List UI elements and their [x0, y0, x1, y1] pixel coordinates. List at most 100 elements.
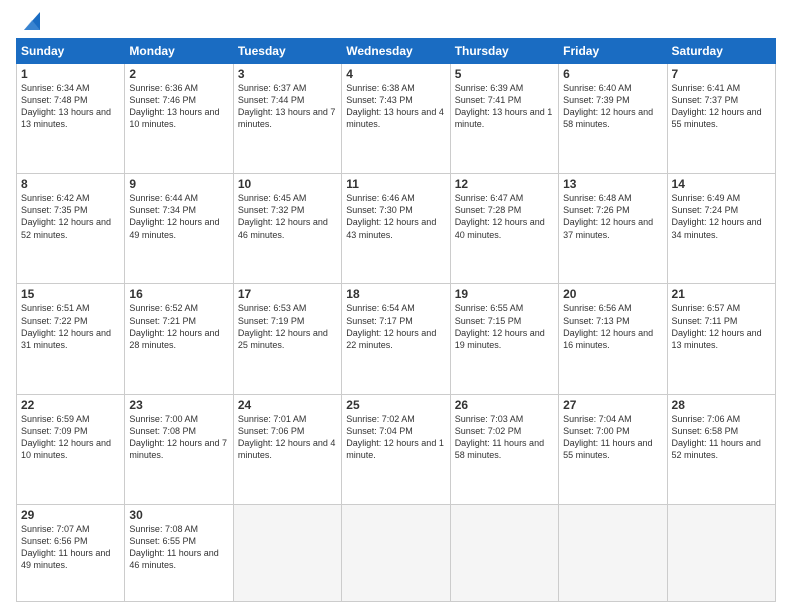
- day-number: 1: [21, 67, 120, 81]
- day-info: Sunrise: 6:41 AMSunset: 7:37 PMDaylight:…: [672, 82, 771, 131]
- day-number: 7: [672, 67, 771, 81]
- calendar-cell: 29Sunrise: 7:07 AMSunset: 6:56 PMDayligh…: [17, 504, 125, 601]
- calendar-cell: 24Sunrise: 7:01 AMSunset: 7:06 PMDayligh…: [233, 394, 341, 504]
- day-number: 24: [238, 398, 337, 412]
- calendar-cell: 28Sunrise: 7:06 AMSunset: 6:58 PMDayligh…: [667, 394, 775, 504]
- day-info: Sunrise: 7:00 AMSunset: 7:08 PMDaylight:…: [129, 413, 228, 462]
- calendar-cell: 14Sunrise: 6:49 AMSunset: 7:24 PMDayligh…: [667, 174, 775, 284]
- day-info: Sunrise: 6:38 AMSunset: 7:43 PMDaylight:…: [346, 82, 445, 131]
- day-info: Sunrise: 6:51 AMSunset: 7:22 PMDaylight:…: [21, 302, 120, 351]
- calendar-cell: [450, 504, 558, 601]
- calendar-cell: 7Sunrise: 6:41 AMSunset: 7:37 PMDaylight…: [667, 64, 775, 174]
- calendar-cell: 23Sunrise: 7:00 AMSunset: 7:08 PMDayligh…: [125, 394, 233, 504]
- calendar-cell: 3Sunrise: 6:37 AMSunset: 7:44 PMDaylight…: [233, 64, 341, 174]
- day-header-friday: Friday: [559, 39, 667, 64]
- day-number: 23: [129, 398, 228, 412]
- calendar-week-row: 15Sunrise: 6:51 AMSunset: 7:22 PMDayligh…: [17, 284, 776, 394]
- day-header-monday: Monday: [125, 39, 233, 64]
- logo-icon: [18, 12, 40, 30]
- day-number: 12: [455, 177, 554, 191]
- day-info: Sunrise: 6:46 AMSunset: 7:30 PMDaylight:…: [346, 192, 445, 241]
- day-info: Sunrise: 6:57 AMSunset: 7:11 PMDaylight:…: [672, 302, 771, 351]
- day-number: 26: [455, 398, 554, 412]
- day-number: 13: [563, 177, 662, 191]
- calendar-cell: 20Sunrise: 6:56 AMSunset: 7:13 PMDayligh…: [559, 284, 667, 394]
- day-number: 28: [672, 398, 771, 412]
- day-header-saturday: Saturday: [667, 39, 775, 64]
- calendar-cell: [667, 504, 775, 601]
- day-info: Sunrise: 6:47 AMSunset: 7:28 PMDaylight:…: [455, 192, 554, 241]
- day-number: 17: [238, 287, 337, 301]
- day-info: Sunrise: 6:34 AMSunset: 7:48 PMDaylight:…: [21, 82, 120, 131]
- day-number: 29: [21, 508, 120, 522]
- calendar-cell: 30Sunrise: 7:08 AMSunset: 6:55 PMDayligh…: [125, 504, 233, 601]
- day-number: 6: [563, 67, 662, 81]
- calendar-cell: 27Sunrise: 7:04 AMSunset: 7:00 PMDayligh…: [559, 394, 667, 504]
- day-number: 27: [563, 398, 662, 412]
- day-info: Sunrise: 6:54 AMSunset: 7:17 PMDaylight:…: [346, 302, 445, 351]
- calendar-cell: 26Sunrise: 7:03 AMSunset: 7:02 PMDayligh…: [450, 394, 558, 504]
- calendar-cell: 15Sunrise: 6:51 AMSunset: 7:22 PMDayligh…: [17, 284, 125, 394]
- day-number: 20: [563, 287, 662, 301]
- calendar-cell: 19Sunrise: 6:55 AMSunset: 7:15 PMDayligh…: [450, 284, 558, 394]
- calendar-cell: 16Sunrise: 6:52 AMSunset: 7:21 PMDayligh…: [125, 284, 233, 394]
- day-info: Sunrise: 6:39 AMSunset: 7:41 PMDaylight:…: [455, 82, 554, 131]
- day-number: 19: [455, 287, 554, 301]
- calendar-cell: 17Sunrise: 6:53 AMSunset: 7:19 PMDayligh…: [233, 284, 341, 394]
- calendar: SundayMondayTuesdayWednesdayThursdayFrid…: [16, 38, 776, 602]
- day-info: Sunrise: 7:08 AMSunset: 6:55 PMDaylight:…: [129, 523, 228, 572]
- calendar-cell: 22Sunrise: 6:59 AMSunset: 7:09 PMDayligh…: [17, 394, 125, 504]
- day-header-sunday: Sunday: [17, 39, 125, 64]
- calendar-cell: 8Sunrise: 6:42 AMSunset: 7:35 PMDaylight…: [17, 174, 125, 284]
- day-number: 16: [129, 287, 228, 301]
- day-info: Sunrise: 6:53 AMSunset: 7:19 PMDaylight:…: [238, 302, 337, 351]
- calendar-week-row: 8Sunrise: 6:42 AMSunset: 7:35 PMDaylight…: [17, 174, 776, 284]
- day-info: Sunrise: 7:02 AMSunset: 7:04 PMDaylight:…: [346, 413, 445, 462]
- day-number: 4: [346, 67, 445, 81]
- day-number: 3: [238, 67, 337, 81]
- day-info: Sunrise: 7:04 AMSunset: 7:00 PMDaylight:…: [563, 413, 662, 462]
- day-info: Sunrise: 7:06 AMSunset: 6:58 PMDaylight:…: [672, 413, 771, 462]
- day-info: Sunrise: 7:03 AMSunset: 7:02 PMDaylight:…: [455, 413, 554, 462]
- day-info: Sunrise: 6:59 AMSunset: 7:09 PMDaylight:…: [21, 413, 120, 462]
- day-number: 11: [346, 177, 445, 191]
- day-info: Sunrise: 6:40 AMSunset: 7:39 PMDaylight:…: [563, 82, 662, 131]
- logo: [16, 12, 40, 30]
- day-number: 8: [21, 177, 120, 191]
- day-header-tuesday: Tuesday: [233, 39, 341, 64]
- header: [16, 12, 776, 30]
- day-info: Sunrise: 6:52 AMSunset: 7:21 PMDaylight:…: [129, 302, 228, 351]
- day-info: Sunrise: 6:49 AMSunset: 7:24 PMDaylight:…: [672, 192, 771, 241]
- day-info: Sunrise: 6:37 AMSunset: 7:44 PMDaylight:…: [238, 82, 337, 131]
- day-info: Sunrise: 6:48 AMSunset: 7:26 PMDaylight:…: [563, 192, 662, 241]
- calendar-cell: 12Sunrise: 6:47 AMSunset: 7:28 PMDayligh…: [450, 174, 558, 284]
- calendar-cell: 5Sunrise: 6:39 AMSunset: 7:41 PMDaylight…: [450, 64, 558, 174]
- day-info: Sunrise: 6:42 AMSunset: 7:35 PMDaylight:…: [21, 192, 120, 241]
- header-row: SundayMondayTuesdayWednesdayThursdayFrid…: [17, 39, 776, 64]
- day-number: 21: [672, 287, 771, 301]
- day-number: 5: [455, 67, 554, 81]
- day-info: Sunrise: 7:07 AMSunset: 6:56 PMDaylight:…: [21, 523, 120, 572]
- calendar-table: SundayMondayTuesdayWednesdayThursdayFrid…: [16, 38, 776, 602]
- calendar-cell: 18Sunrise: 6:54 AMSunset: 7:17 PMDayligh…: [342, 284, 450, 394]
- calendar-cell: 13Sunrise: 6:48 AMSunset: 7:26 PMDayligh…: [559, 174, 667, 284]
- day-info: Sunrise: 6:44 AMSunset: 7:34 PMDaylight:…: [129, 192, 228, 241]
- calendar-cell: 1Sunrise: 6:34 AMSunset: 7:48 PMDaylight…: [17, 64, 125, 174]
- day-number: 10: [238, 177, 337, 191]
- calendar-cell: [233, 504, 341, 601]
- calendar-cell: 10Sunrise: 6:45 AMSunset: 7:32 PMDayligh…: [233, 174, 341, 284]
- day-header-thursday: Thursday: [450, 39, 558, 64]
- calendar-cell: 4Sunrise: 6:38 AMSunset: 7:43 PMDaylight…: [342, 64, 450, 174]
- calendar-cell: [559, 504, 667, 601]
- day-number: 14: [672, 177, 771, 191]
- calendar-cell: 21Sunrise: 6:57 AMSunset: 7:11 PMDayligh…: [667, 284, 775, 394]
- day-number: 22: [21, 398, 120, 412]
- calendar-cell: 6Sunrise: 6:40 AMSunset: 7:39 PMDaylight…: [559, 64, 667, 174]
- day-header-wednesday: Wednesday: [342, 39, 450, 64]
- day-number: 2: [129, 67, 228, 81]
- calendar-week-row: 22Sunrise: 6:59 AMSunset: 7:09 PMDayligh…: [17, 394, 776, 504]
- day-info: Sunrise: 6:55 AMSunset: 7:15 PMDaylight:…: [455, 302, 554, 351]
- day-info: Sunrise: 6:56 AMSunset: 7:13 PMDaylight:…: [563, 302, 662, 351]
- day-info: Sunrise: 7:01 AMSunset: 7:06 PMDaylight:…: [238, 413, 337, 462]
- day-number: 15: [21, 287, 120, 301]
